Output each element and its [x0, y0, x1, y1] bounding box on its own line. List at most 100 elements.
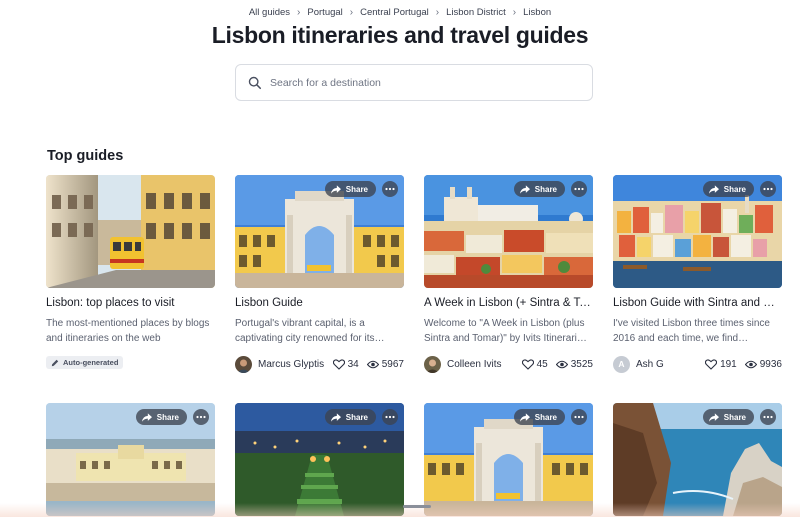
ellipsis-icon — [385, 187, 395, 191]
guide-title[interactable]: Lisbon Guide — [235, 297, 404, 309]
avatar[interactable] — [424, 355, 441, 373]
guide-title[interactable]: Lisbon: top places to visit — [46, 297, 215, 309]
share-arrow-icon — [330, 184, 341, 194]
share-button[interactable]: Share — [702, 181, 754, 197]
share-button[interactable]: Share — [135, 409, 187, 425]
guide-description: Welcome to "A Week in Lisbon (plus Sintr… — [424, 318, 587, 344]
breadcrumb-portugal[interactable]: Portugal — [307, 7, 342, 18]
more-options-button[interactable] — [760, 409, 776, 425]
likes-count[interactable]: 45 — [521, 358, 548, 370]
likes-value: 45 — [536, 358, 548, 370]
chevron-right-icon: › — [349, 7, 354, 18]
avatar[interactable]: A — [613, 355, 630, 373]
breadcrumb-lisbon-district[interactable]: Lisbon District — [446, 7, 506, 18]
share-arrow-icon — [519, 184, 530, 194]
share-arrow-icon — [330, 412, 341, 422]
eye-icon — [366, 360, 379, 368]
likes-count[interactable]: 34 — [332, 358, 359, 370]
more-options-button[interactable] — [571, 181, 587, 197]
share-label: Share — [156, 412, 179, 422]
share-arrow-icon — [519, 412, 530, 422]
arch-image — [424, 403, 593, 516]
guide-card[interactable]: Share — [424, 403, 593, 516]
likes-value: 34 — [347, 358, 359, 370]
guide-card[interactable]: Share — [235, 403, 404, 516]
author-name[interactable]: Ash G — [636, 359, 697, 370]
share-button[interactable]: Share — [702, 409, 754, 425]
likes-value: 191 — [720, 358, 737, 370]
guide-description: I've visited Lisbon three times since 20… — [613, 318, 770, 344]
share-button[interactable]: Share — [513, 409, 565, 425]
page-title: Lisbon itineraries and travel guides — [211, 22, 589, 48]
author-name[interactable]: Marcus Glyptis — [258, 359, 325, 370]
guide-description: Portugal's vibrant capital, is a captiva… — [235, 318, 385, 344]
chevron-right-icon: › — [512, 7, 517, 18]
guide-description: The most-mentioned places by blogs and i… — [46, 318, 210, 344]
ellipsis-icon — [385, 415, 395, 419]
breadcrumb-central-portugal[interactable]: Central Portugal — [360, 7, 429, 18]
more-options-button[interactable] — [382, 409, 398, 425]
guide-card[interactable]: Share Lisbon Guide with Sintra and C… I'… — [613, 175, 782, 373]
guide-card[interactable]: Share A Week in Lisbon (+ Sintra & To… W… — [424, 175, 593, 373]
guide-image[interactable] — [46, 175, 215, 288]
views-value: 9936 — [759, 358, 782, 370]
tram-street-image — [46, 175, 215, 288]
guide-image[interactable]: Share — [613, 403, 782, 516]
more-options-button[interactable] — [571, 409, 587, 425]
ellipsis-icon — [763, 187, 773, 191]
more-options-button[interactable] — [760, 181, 776, 197]
guide-image[interactable]: Share — [235, 403, 404, 516]
heart-icon — [332, 358, 345, 370]
guide-image[interactable]: Share — [424, 175, 593, 288]
waterfront-image — [46, 403, 215, 516]
guide-image[interactable]: Share — [46, 403, 215, 516]
guide-image[interactable]: Share — [613, 175, 782, 288]
share-button[interactable]: Share — [324, 409, 376, 425]
more-options-button[interactable] — [382, 181, 398, 197]
night-garden-image — [235, 403, 404, 516]
more-options-button[interactable] — [193, 409, 209, 425]
share-button[interactable]: Share — [513, 181, 565, 197]
arch-image — [235, 175, 404, 288]
guide-title[interactable]: Lisbon Guide with Sintra and C… — [613, 297, 782, 309]
ellipsis-icon — [574, 415, 584, 419]
search-input[interactable] — [270, 76, 592, 89]
scroll-handle[interactable] — [403, 505, 431, 508]
share-arrow-icon — [141, 412, 152, 422]
eye-icon — [555, 360, 568, 368]
share-label: Share — [723, 412, 746, 422]
share-label: Share — [345, 412, 368, 422]
guide-image[interactable]: Share — [424, 403, 593, 516]
chevron-right-icon: › — [435, 7, 440, 18]
guide-image[interactable]: Share — [235, 175, 404, 288]
share-arrow-icon — [708, 184, 719, 194]
guide-card[interactable]: Share Lisbon Guide Portugal's vibrant ca… — [235, 175, 404, 373]
guide-card[interactable]: Lisbon: top places to visit The most-men… — [46, 175, 215, 372]
views-count: 5967 — [366, 359, 404, 370]
section-title: Top guides — [47, 148, 124, 164]
breadcrumb: All guides › Portugal › Central Portugal… — [0, 7, 800, 18]
guide-title[interactable]: A Week in Lisbon (+ Sintra & To… — [424, 297, 593, 309]
avatar[interactable] — [235, 355, 252, 373]
search-box[interactable] — [235, 64, 593, 101]
guide-card[interactable]: Share — [613, 403, 782, 516]
heart-icon — [705, 358, 718, 370]
guide-meta: Colleen Ivits 45 3525 — [424, 355, 593, 373]
guide-meta: A Ash G 191 9936 — [613, 355, 782, 373]
riverside-image — [613, 175, 782, 288]
share-label: Share — [534, 184, 557, 194]
search-icon — [248, 76, 262, 89]
ellipsis-icon — [763, 415, 773, 419]
breadcrumb-all-guides[interactable]: All guides — [249, 7, 290, 18]
views-count: 9936 — [744, 358, 782, 370]
likes-count[interactable]: 191 — [705, 359, 737, 370]
guide-meta: Marcus Glyptis 34 5967 — [235, 355, 404, 373]
breadcrumb-lisbon[interactable]: Lisbon — [523, 7, 551, 18]
share-label: Share — [534, 412, 557, 422]
chevron-right-icon: › — [297, 7, 301, 18]
share-button[interactable]: Share — [324, 181, 376, 197]
views-value: 3525 — [570, 358, 593, 370]
author-name[interactable]: Colleen Ivits — [447, 359, 514, 370]
heart-icon — [521, 358, 534, 370]
guide-card[interactable]: Share — [46, 403, 215, 516]
